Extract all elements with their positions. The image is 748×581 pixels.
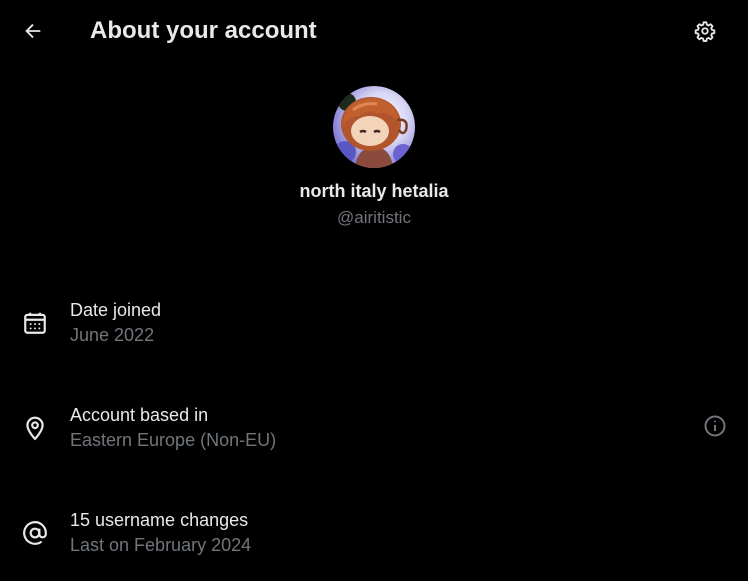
username-changes-value: Last on February 2024 [70,535,252,555]
account-based-in-value: Eastern Europe (Non-EU) [70,430,277,450]
back-button[interactable] [16,14,50,48]
gear-icon [694,21,716,42]
info-button[interactable] [701,412,729,440]
username-changes-row: 15 username changes Last on February 202… [0,505,748,565]
location-pin-icon [21,414,49,442]
profile-section: north italy hetalia @airitistic [0,86,748,228]
arrow-left-icon [25,23,41,39]
date-joined-row: Date joined June 2022 [0,295,748,355]
avatar[interactable] [333,86,415,168]
top-bar: About your account [0,0,748,64]
at-sign-icon [21,519,49,547]
calendar-icon [21,309,49,337]
info-icon [704,415,726,437]
username-changes-label: 15 username changes [70,510,249,530]
page-title: About your account [90,17,317,44]
display-name: north italy hetalia [299,181,449,201]
handle: @airitistic [337,208,411,227]
account-based-in-label: Account based in [70,405,209,425]
account-based-in-row: Account based in Eastern Europe (Non-EU) [0,400,748,460]
date-joined-label: Date joined [70,300,162,320]
settings-button[interactable] [688,14,722,48]
date-joined-value: June 2022 [70,325,155,345]
